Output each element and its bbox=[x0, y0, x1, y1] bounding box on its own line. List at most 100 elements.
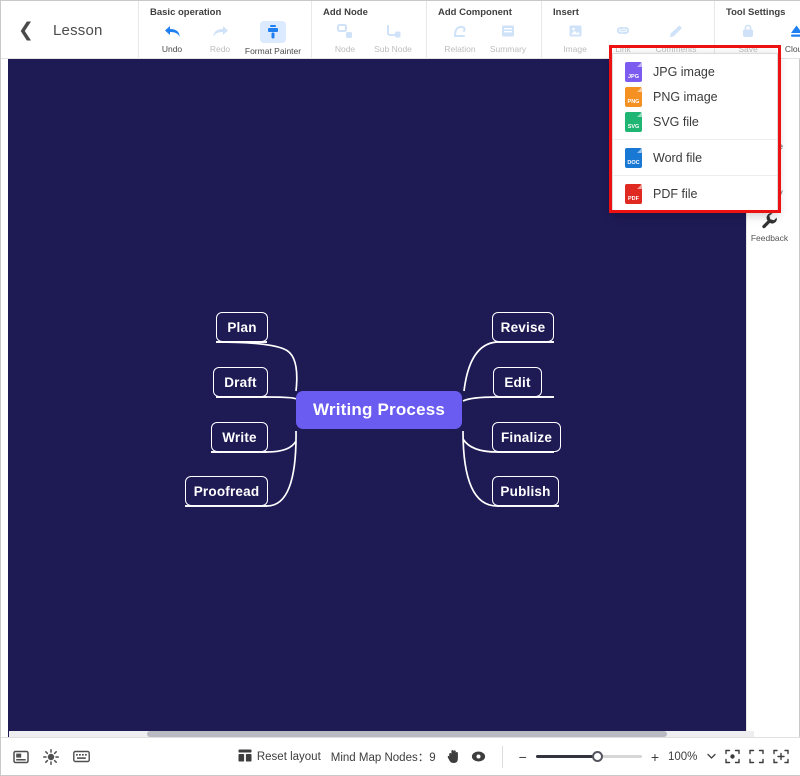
cloud-label: Cloud bbox=[784, 44, 800, 54]
menu-separator bbox=[613, 139, 777, 140]
bottom-status-bar: Reset layout Mind Map Nodes：9 − + 100% bbox=[1, 737, 800, 775]
reset-layout-button[interactable]: Reset layout bbox=[238, 749, 321, 765]
mindmap-node-write[interactable]: Write bbox=[211, 422, 268, 452]
mindmap-node-revise[interactable]: Revise bbox=[492, 312, 554, 342]
image-icon bbox=[563, 21, 587, 41]
wrench-feedback-icon bbox=[761, 210, 778, 230]
toolbar-group-add-node: Add Node Node Sub Node bbox=[312, 1, 427, 59]
theme-brightness-icon[interactable] bbox=[43, 748, 59, 765]
chevron-left-icon[interactable]: ❮ bbox=[15, 19, 37, 41]
group-title: Tool Settings bbox=[726, 7, 786, 18]
add-sub-node-label: Sub Node bbox=[374, 44, 412, 54]
group-title: Basic operation bbox=[150, 7, 222, 18]
relation-arrow-icon bbox=[448, 21, 472, 41]
format-painter-icon bbox=[260, 21, 286, 43]
export-option-svg[interactable]: SVG SVG file bbox=[613, 109, 777, 134]
group-title: Insert bbox=[553, 7, 579, 18]
undo-arrow-icon bbox=[160, 21, 184, 41]
hand-pan-icon[interactable] bbox=[446, 749, 461, 764]
mindmap-node-edit[interactable]: Edit bbox=[493, 367, 542, 397]
format-painter-button[interactable]: Format Painter bbox=[244, 20, 302, 56]
note-card-icon[interactable] bbox=[13, 750, 29, 764]
redo-button[interactable]: Redo bbox=[196, 20, 244, 54]
export-option-pdf-label: PDF file bbox=[653, 186, 698, 201]
undo-button[interactable]: Undo bbox=[148, 20, 196, 54]
svg-file-icon: SVG bbox=[625, 111, 642, 132]
add-relation-label: Relation bbox=[444, 44, 476, 54]
mindmap-node-draft[interactable]: Draft bbox=[213, 367, 268, 397]
group-title: Add Node bbox=[323, 7, 368, 18]
node-count-label: Mind Map Nodes：9 bbox=[330, 751, 436, 764]
add-node-label: Node bbox=[334, 44, 356, 54]
mindmap-root-node[interactable]: Writing Process bbox=[296, 391, 462, 429]
export-option-jpg-label: JPG image bbox=[653, 64, 715, 79]
reset-layout-icon bbox=[238, 749, 252, 765]
zoom-in-button[interactable]: + bbox=[651, 749, 659, 765]
toolbar-group-basic-operation: Basic operation Undo Redo Format Painter bbox=[139, 1, 312, 59]
mindmap-node-plan[interactable]: Plan bbox=[216, 312, 268, 342]
zoom-out-button[interactable]: − bbox=[519, 749, 527, 765]
mindmap-node-publish[interactable]: Publish bbox=[492, 476, 559, 506]
pdf-file-icon: PDF bbox=[625, 183, 642, 204]
png-file-icon: PNG bbox=[625, 86, 642, 107]
add-relation-button[interactable]: Relation bbox=[436, 20, 484, 54]
zoom-slider-fill bbox=[535, 755, 598, 758]
cloud-upload-button[interactable]: Cloud bbox=[772, 20, 800, 54]
toolbar-group-add-component: Add Component Relation Summary bbox=[427, 1, 542, 59]
jpg-file-icon: JPG bbox=[625, 61, 642, 82]
document-title: Lesson bbox=[53, 21, 103, 39]
comment-pencil-icon bbox=[664, 21, 688, 41]
add-node-icon bbox=[333, 21, 357, 41]
cloud-upload-icon bbox=[784, 21, 800, 41]
save-lock-icon bbox=[736, 21, 760, 41]
menu-separator bbox=[613, 175, 777, 176]
insert-image-label: Image bbox=[563, 44, 587, 54]
doc-file-icon: DOC bbox=[625, 147, 642, 168]
export-option-pdf[interactable]: PDF PDF file bbox=[613, 181, 777, 206]
reset-layout-label: Reset layout bbox=[256, 750, 321, 763]
add-sub-node-button[interactable]: Sub Node bbox=[369, 20, 417, 54]
add-summary-label: Summary bbox=[489, 44, 527, 54]
save-button[interactable]: Save bbox=[724, 20, 772, 54]
status-center: Reset layout Mind Map Nodes：9 bbox=[238, 745, 503, 768]
keyboard-shortcut-icon[interactable] bbox=[73, 750, 90, 763]
export-option-png[interactable]: PNG PNG image bbox=[613, 84, 777, 109]
mindmap-node-finalize[interactable]: Finalize bbox=[492, 422, 561, 452]
insert-link-button[interactable]: Link bbox=[599, 20, 647, 54]
zoom-slider-knob[interactable] bbox=[591, 751, 603, 762]
undo-label: Undo bbox=[161, 44, 183, 54]
add-sub-node-icon bbox=[381, 21, 405, 41]
center-view-icon[interactable] bbox=[725, 749, 740, 764]
redo-label: Redo bbox=[209, 44, 231, 54]
redo-arrow-icon bbox=[208, 21, 232, 41]
sidebar-label-feedback: Feedback bbox=[750, 233, 789, 243]
export-option-jpg[interactable]: JPG JPG image bbox=[613, 59, 777, 84]
mindmap-node-proofread[interactable]: Proofread bbox=[185, 476, 268, 506]
insert-image-button[interactable]: Image bbox=[551, 20, 599, 54]
add-node-button[interactable]: Node bbox=[321, 20, 369, 54]
expand-all-icon[interactable] bbox=[773, 749, 789, 764]
toolbar-title-area: ❮ Lesson bbox=[1, 1, 139, 59]
export-option-word[interactable]: DOC Word file bbox=[613, 145, 777, 170]
zoom-slider[interactable] bbox=[535, 751, 642, 762]
status-left-icons bbox=[13, 748, 90, 765]
chevron-down-icon[interactable] bbox=[707, 753, 716, 760]
toolbar-group-insert: Insert Image Link Comments bbox=[542, 1, 715, 59]
export-dropdown-menu[interactable]: JPG JPG image PNG PNG image SVG SVG file… bbox=[612, 53, 778, 212]
add-summary-button[interactable]: Summary bbox=[484, 20, 532, 54]
summary-icon bbox=[496, 21, 520, 41]
fit-screen-icon[interactable] bbox=[749, 749, 764, 764]
zoom-controls: − + 100% bbox=[503, 749, 789, 765]
top-toolbar: ❮ Lesson Basic operation Undo Redo Forma… bbox=[1, 1, 800, 59]
export-option-word-label: Word file bbox=[653, 150, 703, 165]
node-count-value: 9 bbox=[429, 751, 436, 764]
mindmap-app-window: ❮ Lesson Basic operation Undo Redo Forma… bbox=[0, 0, 800, 776]
format-painter-label: Format Painter bbox=[244, 46, 302, 56]
toolbar-group-tool-settings: Tool Settings Save Cloud bbox=[715, 1, 800, 59]
group-title: Add Component bbox=[438, 7, 512, 18]
zoom-level-value: 100% bbox=[668, 750, 698, 763]
insert-comments-button[interactable]: Comments bbox=[647, 20, 705, 54]
export-option-svg-label: SVG file bbox=[653, 114, 699, 129]
pointer-target-icon[interactable] bbox=[471, 749, 486, 764]
link-icon bbox=[611, 21, 635, 41]
